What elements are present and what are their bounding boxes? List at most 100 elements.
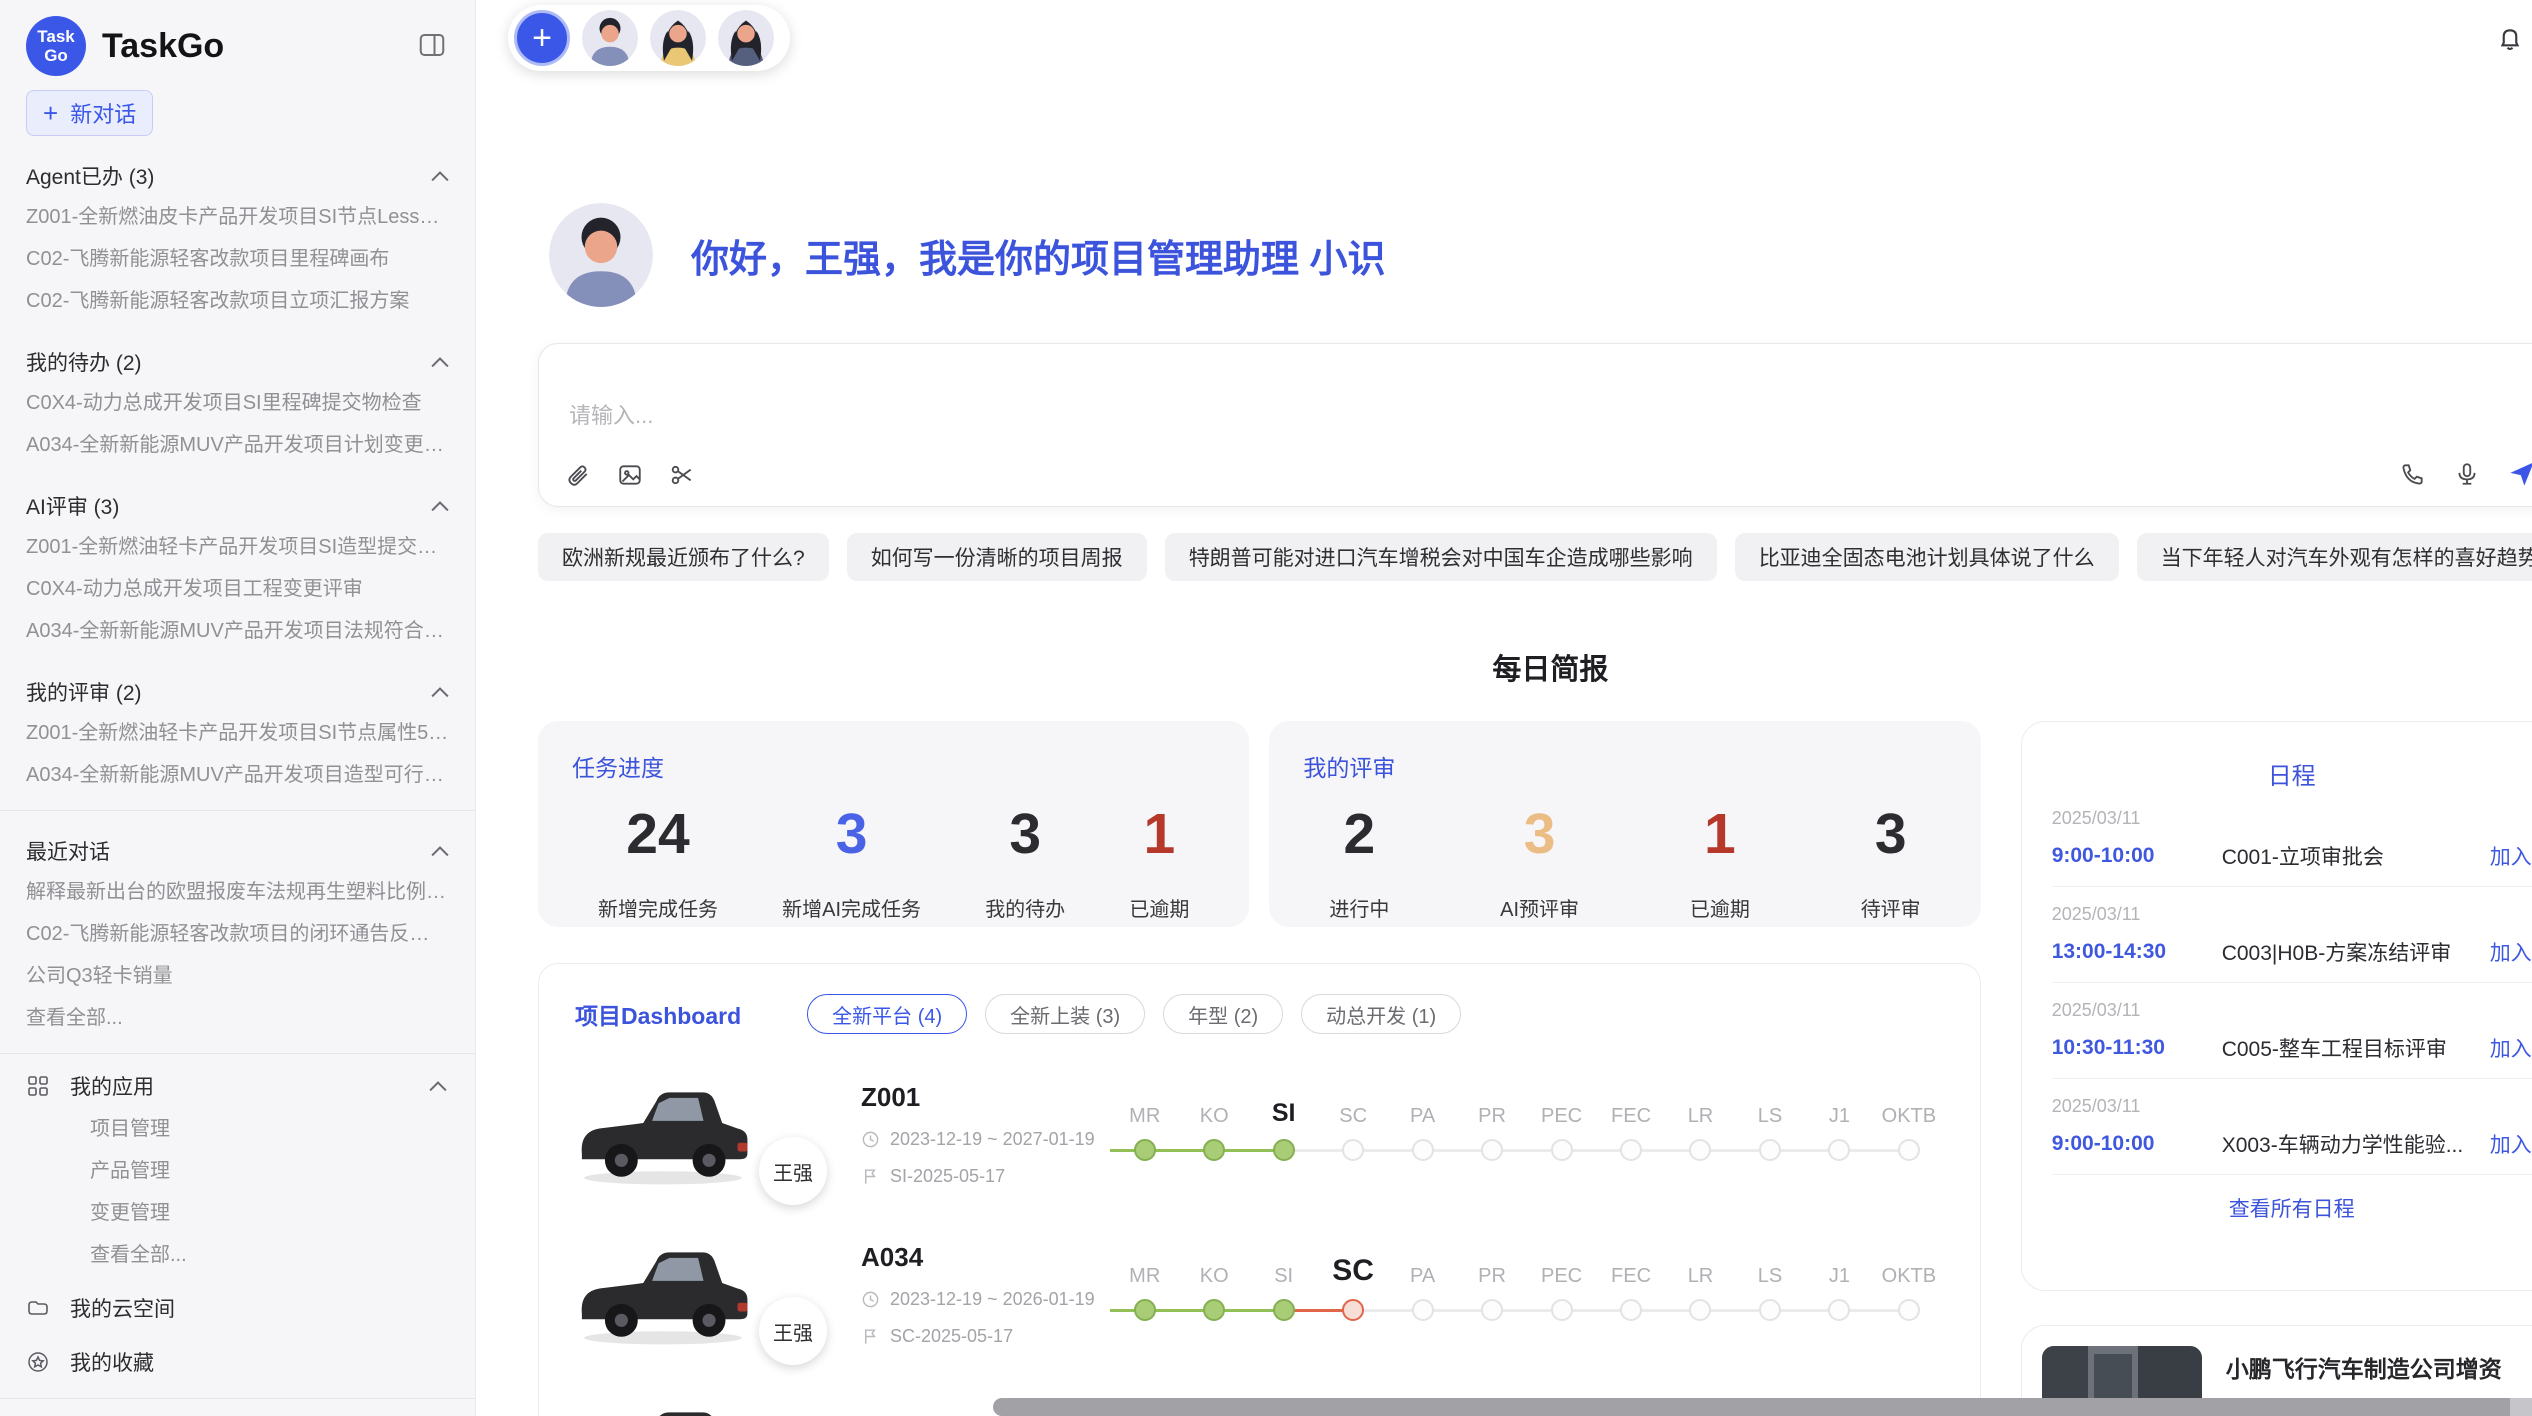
paperclip-icon[interactable] bbox=[565, 462, 591, 488]
chat-composer[interactable]: 请输入... bbox=[538, 343, 2532, 507]
project-image: 王强 bbox=[575, 1237, 825, 1351]
stat-ai-done: 3 新增AI完成任务 bbox=[782, 801, 921, 922]
phone-icon[interactable] bbox=[2400, 461, 2426, 487]
chevron-up-icon[interactable] bbox=[431, 501, 449, 512]
sidebar-item-cloud-space[interactable]: 我的云空间 bbox=[26, 1286, 449, 1330]
app-link-change-mgmt[interactable]: 变更管理 bbox=[26, 1192, 449, 1234]
suggestion-chip[interactable]: 当下年轻人对汽车外观有怎样的喜好趋势 bbox=[2137, 533, 2532, 581]
suggestion-chip[interactable]: 如何写一份清晰的项目周报 bbox=[847, 533, 1147, 581]
composer-placeholder: 请输入... bbox=[569, 398, 2532, 430]
composer-left-icons bbox=[565, 462, 695, 488]
app-logo: Task Go bbox=[26, 16, 86, 76]
tab-new-body[interactable]: 全新上装 (3) bbox=[985, 994, 1145, 1034]
schedule-item: 2025/03/11 13:00-14:30 C003|H0B-方案冻结评审 加… bbox=[2052, 887, 2532, 983]
sidebar-item-label: 我的云空间 bbox=[70, 1293, 175, 1323]
milestone-stop: PA bbox=[1388, 1250, 1457, 1321]
list-item[interactable]: C02-飞腾新能源轻客改款项目立项汇报方案 bbox=[26, 280, 449, 322]
chevron-up-icon[interactable] bbox=[431, 687, 449, 698]
app-link-project-mgmt[interactable]: 项目管理 bbox=[26, 1108, 449, 1150]
list-item[interactable]: 公司Q3轻卡销量 bbox=[26, 955, 449, 997]
project-dates: 2023-12-19 ~ 2027-01-19 bbox=[861, 1129, 1110, 1150]
sidebar-item-favorites[interactable]: 我的收藏 bbox=[26, 1340, 449, 1384]
avatar[interactable] bbox=[582, 10, 638, 66]
stat-ai-pre-review: 3 AI预评审 bbox=[1500, 801, 1579, 922]
app-link-view-all[interactable]: 查看全部... bbox=[26, 1234, 449, 1276]
project-image bbox=[575, 1397, 825, 1416]
suggestion-chip[interactable]: 比亚迪全固态电池计划具体说了什么 bbox=[1735, 533, 2119, 581]
sidebar-item-ai-super-staff[interactable]: AI超级员工 bbox=[26, 1409, 449, 1416]
list-item[interactable]: A034-全新新能源MUV产品开发项目计划变更表编写 bbox=[26, 424, 449, 466]
avatar[interactable] bbox=[718, 10, 774, 66]
project-row[interactable]: 王强 A034 2023-12-19 ~ 2026-01-19 SC-2025-… bbox=[575, 1234, 1944, 1354]
my-review-card: 我的评审 2 进行中 3 AI预评审 1 bbox=[1269, 721, 1980, 927]
dashboard-tabs: 全新平台 (4) 全新上装 (3) 年型 (2) 动总开发 (1) bbox=[807, 994, 1461, 1034]
section-ai-review[interactable]: AI评审 (3) bbox=[26, 486, 449, 526]
list-item[interactable]: C02-飞腾新能源轻客改款项目里程碑画布 bbox=[26, 238, 449, 280]
daily-brief-header: 每日简报 bbox=[538, 647, 2532, 687]
list-item[interactable]: Z001-全新燃油轻卡产品开发项目SI节点属性5D文件评审 bbox=[26, 712, 449, 754]
list-item[interactable]: Z001-全新燃油轻卡产品开发项目SI造型提交物评审 bbox=[26, 526, 449, 568]
chevron-up-icon[interactable] bbox=[429, 1081, 447, 1092]
list-item[interactable]: 解释最新出台的欧盟报废车法规再生塑料比例被调至15%... bbox=[26, 871, 449, 913]
stat-my-todo: 3 我的待办 bbox=[985, 801, 1065, 922]
list-item[interactable]: C0X4-动力总成开发项目工程变更评审 bbox=[26, 568, 449, 610]
schedule-time: 13:00-14:30 bbox=[2052, 940, 2222, 964]
card-title: 任务进度 bbox=[572, 749, 1215, 783]
schedule-date: 2025/03/11 bbox=[2052, 808, 2532, 829]
join-meeting-link[interactable]: 加入 bbox=[2490, 937, 2532, 967]
divider bbox=[0, 810, 475, 811]
project-row[interactable]: 王强 Z001 2023-12-19 ~ 2027-01-19 SI-2025-… bbox=[575, 1074, 1944, 1194]
avatar[interactable] bbox=[650, 10, 706, 66]
milestone-stop: OKTB bbox=[1874, 1250, 1943, 1321]
section-agent-done[interactable]: Agent已办 (3) bbox=[26, 156, 449, 196]
horizontal-scrollbar[interactable] bbox=[993, 1398, 2532, 1416]
card-title: 我的评审 bbox=[1303, 749, 1946, 783]
join-meeting-link[interactable]: 加入 bbox=[2490, 1033, 2532, 1063]
milestone-stop: J1 bbox=[1805, 1250, 1874, 1321]
chevron-up-icon[interactable] bbox=[431, 171, 449, 182]
milestone-stop: LS bbox=[1735, 1250, 1804, 1321]
list-item[interactable]: Z001-全新燃油皮卡产品开发项目SI节点Lesson Learn报告 bbox=[26, 196, 449, 238]
section-title: 我的待办 (2) bbox=[26, 347, 142, 377]
tab-model-year[interactable]: 年型 (2) bbox=[1163, 994, 1283, 1034]
star-badge-icon bbox=[26, 1350, 50, 1374]
divider bbox=[0, 1398, 475, 1399]
join-meeting-link[interactable]: 加入 bbox=[2490, 1129, 2532, 1159]
schedule-event-title: C003|H0B-方案冻结评审 bbox=[2222, 937, 2490, 967]
milestone-stop: PEC bbox=[1527, 1090, 1596, 1161]
section-recent-chats[interactable]: 最近对话 bbox=[26, 831, 449, 871]
notification-bell-icon[interactable] bbox=[2495, 24, 2525, 54]
image-icon[interactable] bbox=[617, 462, 643, 488]
add-session-button[interactable]: + bbox=[514, 10, 570, 66]
app-root: Task Go TaskGo + 新对话 Agent已办 (3) Z001-全新… bbox=[0, 0, 2532, 1416]
collapse-sidebar-icon[interactable] bbox=[417, 30, 447, 60]
tab-new-platform[interactable]: 全新平台 (4) bbox=[807, 994, 967, 1034]
view-all-chats[interactable]: 查看全部... bbox=[26, 997, 449, 1039]
schedule-date: 2025/03/11 bbox=[2052, 1096, 2532, 1117]
view-all-schedule-link[interactable]: 查看所有日程 bbox=[2052, 1193, 2532, 1223]
owner-badge: 王强 bbox=[759, 1137, 827, 1205]
send-icon[interactable] bbox=[2508, 460, 2532, 488]
schedule-date: 2025/03/11 bbox=[2052, 904, 2532, 925]
suggestion-chip[interactable]: 特朗普可能对进口汽车增税会对中国车企造成哪些影响 bbox=[1165, 533, 1717, 581]
microphone-icon[interactable] bbox=[2454, 461, 2480, 487]
project-dates: 2023-12-19 ~ 2026-01-19 bbox=[861, 1289, 1110, 1310]
list-item[interactable]: A034-全新新能源MUV产品开发项目法规符合性评审 bbox=[26, 610, 449, 652]
new-chat-button[interactable]: + 新对话 bbox=[26, 90, 153, 136]
list-item[interactable]: C02-飞腾新能源轻客改款项目的闭环通告反馈情况 bbox=[26, 913, 449, 955]
section-my-review[interactable]: 我的评审 (2) bbox=[26, 672, 449, 712]
scissors-icon[interactable] bbox=[669, 462, 695, 488]
composer-right-icons bbox=[2400, 460, 2532, 488]
suggestion-chip[interactable]: 欧洲新规最近颁布了什么? bbox=[538, 533, 829, 581]
join-meeting-link[interactable]: 加入 bbox=[2490, 841, 2532, 871]
list-item[interactable]: C0X4-动力总成开发项目SI里程碑提交物检查 bbox=[26, 382, 449, 424]
milestone-stop: LS bbox=[1735, 1090, 1804, 1161]
app-link-product-mgmt[interactable]: 产品管理 bbox=[26, 1150, 449, 1192]
list-item[interactable]: A034-全新新能源MUV产品开发项目造型可行性评审 bbox=[26, 754, 449, 796]
sidebar-item-my-apps[interactable]: 我的应用 bbox=[26, 1064, 449, 1108]
chevron-up-icon[interactable] bbox=[431, 357, 449, 368]
tab-powertrain[interactable]: 动总开发 (1) bbox=[1301, 994, 1461, 1034]
project-flag: SI-2025-05-17 bbox=[861, 1166, 1110, 1187]
section-my-todo[interactable]: 我的待办 (2) bbox=[26, 342, 449, 382]
chevron-up-icon[interactable] bbox=[431, 846, 449, 857]
